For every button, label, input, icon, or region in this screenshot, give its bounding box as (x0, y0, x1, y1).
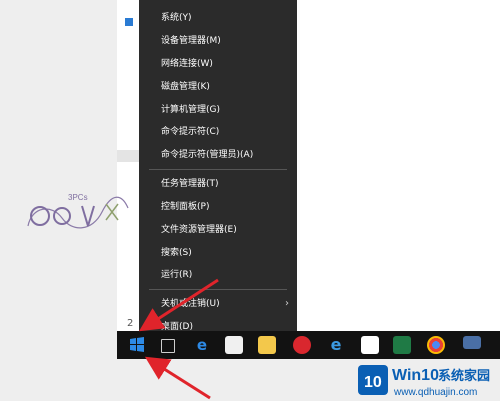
svg-text:10: 10 (364, 374, 382, 391)
netease-music-icon[interactable] (293, 336, 311, 354)
watermark-logo: 3PCs (27, 193, 129, 229)
logo-text-title: 系统家园 (438, 368, 490, 384)
window-scroll-strip (117, 150, 139, 162)
menu-item-file-explorer[interactable]: 文件资源管理器(E) (139, 220, 297, 240)
menu-item-run[interactable]: 运行(R) (139, 265, 297, 285)
ie-icon[interactable]: e (327, 336, 345, 354)
chevron-right-icon: › (285, 298, 289, 309)
menu-divider (149, 169, 287, 170)
site-logo: 10 Win10 系统家园 www.qdhuajin.com (358, 365, 490, 398)
menu-item-network-connections[interactable]: 网络连接(W) (139, 54, 297, 74)
menu-item-task-manager[interactable]: 任务管理器(T) (139, 174, 297, 194)
edge-icon[interactable]: e (193, 336, 211, 354)
menu-item-command-prompt[interactable]: 命令提示符(C) (139, 122, 297, 142)
logo-text-url: www.qdhuajin.com (393, 387, 477, 398)
menu-item-command-prompt-admin[interactable]: 命令提示符(管理员)(A) (139, 145, 297, 165)
page-number: 2 (127, 318, 134, 329)
menu-item-control-panel[interactable]: 控制面板(P) (139, 197, 297, 217)
menu-item-search[interactable]: 搜索(S) (139, 243, 297, 263)
start-context-menu: 系统(Y) 设备管理器(M) 网络连接(W) 磁盘管理(K) 计算机管理(G) … (139, 0, 297, 343)
excel-icon[interactable] (393, 336, 411, 354)
task-view-icon[interactable] (161, 339, 175, 353)
menu-item-system[interactable]: 系统(Y) (139, 8, 297, 28)
menu-item-disk-management[interactable]: 磁盘管理(K) (139, 77, 297, 97)
menu-item-device-manager[interactable]: 设备管理器(M) (139, 31, 297, 51)
start-button[interactable] (117, 331, 157, 359)
menu-item-shutdown[interactable]: 关机或注销(U) › (139, 294, 297, 314)
store-icon[interactable] (225, 336, 243, 354)
chrome-icon[interactable] (427, 336, 445, 354)
windows-start-icon (130, 337, 144, 352)
arrow-to-start (144, 356, 211, 400)
calendar-icon[interactable] (361, 336, 379, 354)
watermark-text: 3PCs (68, 193, 88, 202)
monitor-icon[interactable] (463, 336, 481, 349)
file-explorer-icon[interactable] (258, 336, 276, 354)
menu-divider (149, 289, 287, 290)
taskbar: e e (117, 331, 500, 359)
menu-item-label: 关机或注销(U) (161, 299, 220, 309)
window-icon (125, 18, 133, 26)
menu-item-computer-management[interactable]: 计算机管理(G) (139, 100, 297, 120)
logo-text-win10: Win10 (392, 367, 439, 384)
